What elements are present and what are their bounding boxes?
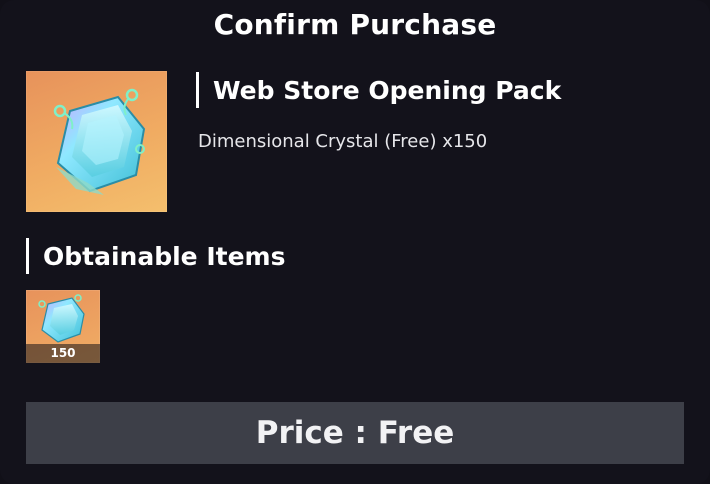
dimensional-crystal-icon	[38, 294, 85, 343]
price-label: Price : Free	[255, 415, 455, 451]
dimensional-crystal-icon	[53, 88, 146, 195]
item-quantity: 150	[26, 344, 100, 363]
obtainable-item-slot[interactable]: 150	[26, 290, 100, 363]
confirm-purchase-dialog: Confirm Purchase Web Store Opening Pack …	[0, 0, 710, 484]
pack-description: Dimensional Crystal (Free) x150	[198, 131, 488, 152]
pack-name: Web Store Opening Pack	[213, 75, 562, 105]
pack-heading: Web Store Opening Pack	[196, 72, 561, 108]
dialog-title: Confirm Purchase	[213, 8, 497, 41]
product-image	[26, 71, 167, 212]
obtainable-items-title: Obtainable Items	[43, 241, 286, 271]
obtainable-items-heading: Obtainable Items	[26, 238, 285, 274]
price-button[interactable]: Price : Free	[26, 402, 684, 464]
